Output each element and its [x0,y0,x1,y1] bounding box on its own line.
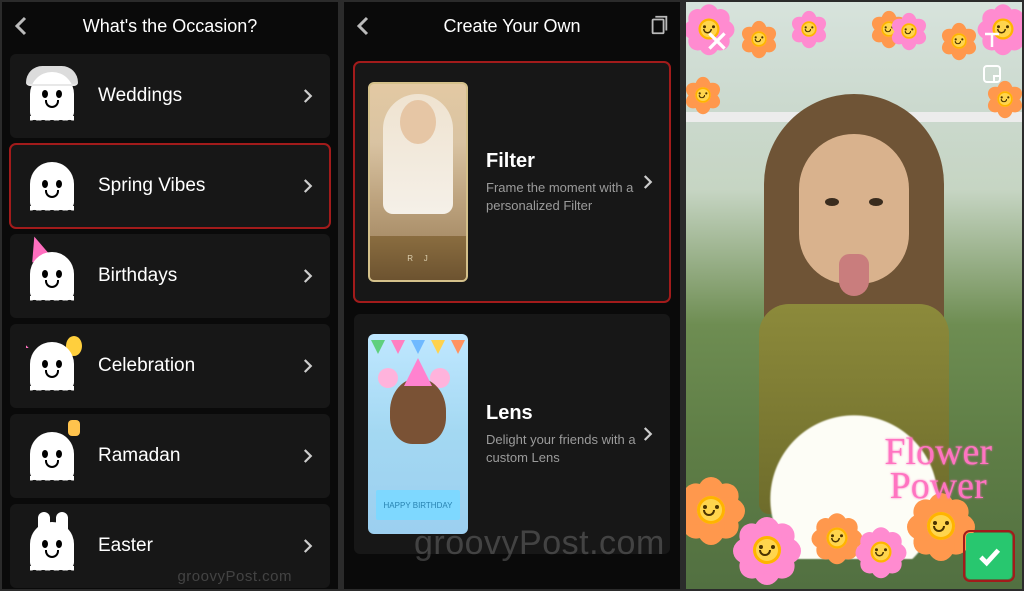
chevron-right-icon [638,425,656,443]
occasion-label: Easter [98,535,153,557]
create-item-title: Filter [486,150,656,173]
header: What's the Occasion? [2,2,338,50]
back-icon[interactable] [10,14,34,38]
occasion-item-spring-vibes[interactable]: Spring Vibes [10,144,330,228]
lens-thumbnail: HAPPY BIRTHDAY [368,334,468,534]
close-icon[interactable] [704,28,730,54]
chevron-right-icon [298,357,316,375]
text-tool-icon[interactable] [980,28,1004,52]
ghost-wedding-icon [20,64,84,128]
header: Create Your Own [344,2,680,50]
occasion-label: Birthdays [98,265,177,287]
ghost-easter-icon [20,514,84,578]
confirm-button[interactable] [966,533,1012,579]
page-title: What's the Occasion? [83,16,258,37]
occasion-item-easter[interactable]: Easter [10,504,330,588]
checkmark-icon [975,542,1003,570]
chevron-right-icon [298,267,316,285]
create-item-text: Filter Frame the moment with a personali… [486,150,656,214]
chevron-right-icon [298,537,316,555]
screen-preview: Flower Power [686,2,1022,589]
templates-icon[interactable] [648,14,670,36]
occasion-item-ramadan[interactable]: Ramadan [10,414,330,498]
chevron-right-icon [638,173,656,191]
preview-canvas[interactable]: Flower Power [686,2,1022,589]
ghost-ramadan-icon [20,424,84,488]
screen-occasion: What's the Occasion? Weddings Spring Vib… [2,2,338,589]
filter-text: Flower Power [884,435,992,503]
ghost-party-icon [20,334,84,398]
occasion-item-birthdays[interactable]: Birthdays [10,234,330,318]
filter-text-line2: Power [890,465,987,507]
occasion-label: Celebration [98,355,195,377]
occasion-list: Weddings Spring Vibes Birthdays [2,50,338,589]
occasion-item-celebration[interactable]: Celebration [10,324,330,408]
ghost-spring-icon [20,154,84,218]
chevron-right-icon [298,177,316,195]
back-icon[interactable] [352,14,376,38]
chevron-right-icon [298,447,316,465]
create-item-lens[interactable]: HAPPY BIRTHDAY Lens Delight your friends… [354,314,670,554]
create-list: R J Filter Frame the moment with a perso… [344,50,680,566]
sticker-tool-icon[interactable] [980,62,1004,86]
chevron-right-icon [298,87,316,105]
occasion-label: Ramadan [98,445,180,467]
page-title: Create Your Own [443,16,580,37]
create-item-filter[interactable]: R J Filter Frame the moment with a perso… [354,62,670,302]
ghost-birthday-icon [20,244,84,308]
create-item-subtitle: Frame the moment with a personalized Fil… [486,179,656,214]
filter-thumbnail: R J [368,82,468,282]
screen-create: Create Your Own R J Filter Frame the mom… [344,2,680,589]
occasion-item-weddings[interactable]: Weddings [10,54,330,138]
occasion-label: Weddings [98,85,182,107]
occasion-label: Spring Vibes [98,175,205,197]
create-item-text: Lens Delight your friends with a custom … [486,402,656,466]
create-item-title: Lens [486,402,656,425]
create-item-subtitle: Delight your friends with a custom Lens [486,431,656,466]
